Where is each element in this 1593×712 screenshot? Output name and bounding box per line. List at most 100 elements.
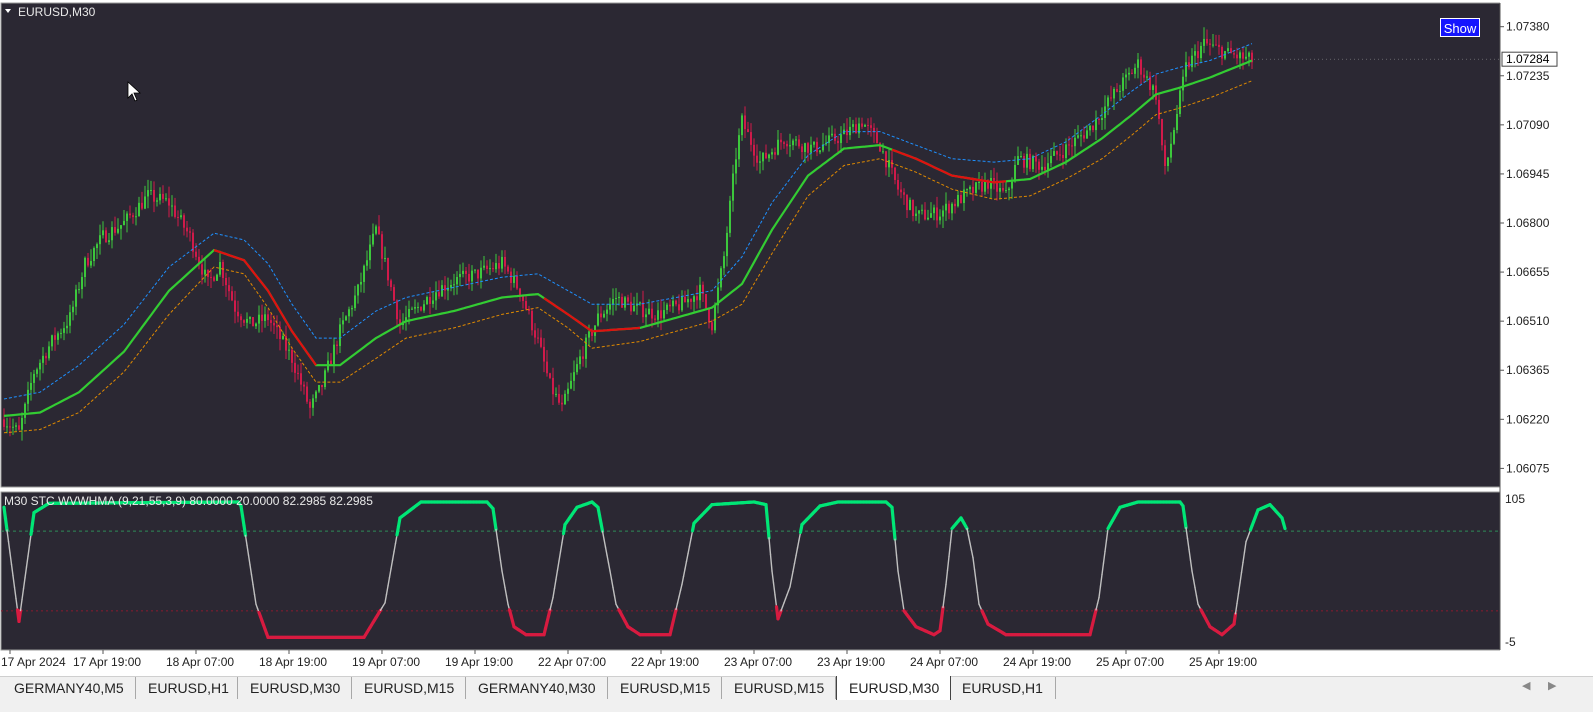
candle-body [1053, 151, 1055, 156]
candle-body [1068, 144, 1070, 146]
candle-body [525, 301, 527, 310]
candle-body [1017, 156, 1019, 165]
candle-body [42, 355, 44, 363]
candle-body [438, 292, 440, 297]
chart-canvas[interactable]: 1.07380 1.07235 1.07090 1.06945 1.06800 1.066… [0, 0, 1593, 676]
candle-body [444, 285, 446, 291]
candle-body [675, 300, 677, 305]
tab-germany40-m5[interactable]: GERMANY40,M5 [2, 677, 136, 699]
candle-body [90, 261, 92, 266]
candle-body [111, 227, 113, 241]
candle-body [921, 209, 923, 211]
candle-body [969, 186, 971, 190]
candle-body [477, 269, 479, 279]
candle-body [747, 129, 749, 133]
candle-body [975, 182, 977, 193]
show-button[interactable]: Show [1440, 18, 1480, 37]
candle-body [534, 330, 536, 338]
time-tick-label: 17 Apr 2024 [1, 655, 66, 669]
tab-eurusd-m30[interactable]: EURUSD,M30 [836, 676, 951, 701]
stc-segment [1281, 521, 1287, 531]
candle-body [663, 310, 665, 319]
candle-body [258, 314, 260, 324]
candle-body [1203, 38, 1205, 46]
candle-body [81, 277, 83, 290]
candle-body [1029, 153, 1031, 170]
candle-body [759, 161, 761, 163]
candle-body [78, 289, 80, 291]
candle-body [144, 196, 146, 209]
candle-body [558, 393, 560, 403]
candle-body [741, 115, 743, 136]
candle-body [57, 333, 59, 340]
time-tick-label: 23 Apr 07:00 [724, 655, 792, 669]
candle-body [816, 141, 818, 153]
candle-body [276, 325, 278, 328]
candle-body [1050, 155, 1052, 164]
candle-body [1122, 77, 1124, 91]
candle-body [441, 285, 443, 297]
tab-eurusd-m30[interactable]: EURUSD,M30 [238, 677, 352, 699]
candle-body [1098, 118, 1100, 121]
candle-body [9, 426, 11, 428]
candle-body [546, 361, 548, 374]
candle-body [132, 215, 134, 218]
candle-body [468, 273, 470, 282]
candle-body [93, 248, 95, 262]
candle-body [417, 306, 419, 308]
window-title: EURUSD,M30 [18, 5, 96, 19]
candle-body [357, 284, 359, 296]
tab-eurusd-m15[interactable]: EURUSD,M15 [352, 677, 466, 699]
candle-body [1212, 44, 1214, 46]
candle-body [1125, 74, 1127, 78]
candle-body [1215, 44, 1217, 46]
candle-body [240, 316, 242, 321]
tab-eurusd-m15[interactable]: EURUSD,M15 [608, 677, 722, 699]
time-tick-label: 24 Apr 19:00 [1003, 655, 1071, 669]
tab-eurusd-m15[interactable]: EURUSD,M15 [722, 677, 836, 699]
candle-body [732, 173, 734, 201]
tab-eurusd-h1[interactable]: EURUSD,H1 [950, 677, 1056, 699]
candle-body [1218, 44, 1220, 47]
candle-body [1119, 90, 1121, 92]
candle-body [612, 298, 614, 305]
candle-body [918, 210, 920, 214]
tab-eurusd-h1[interactable]: EURUSD,H1 [136, 677, 238, 699]
candle-body [1185, 62, 1187, 77]
tab-scroll-right-icon[interactable]: ▶ [1548, 679, 1556, 692]
time-tick-label: 25 Apr 07:00 [1096, 655, 1164, 669]
candle-body [576, 364, 578, 373]
candle-body [105, 230, 107, 243]
candle-body [117, 228, 119, 233]
price-tick-label: 1.06510 [1506, 314, 1550, 328]
candle-body [138, 202, 140, 217]
candle-body [234, 300, 236, 312]
candle-body [126, 213, 128, 221]
candle-body [846, 129, 848, 136]
candle-body [672, 300, 674, 307]
candle-body [231, 291, 233, 301]
tab-germany40-m30[interactable]: GERMANY40,M30 [466, 677, 608, 699]
price-tick-label: 1.07090 [1506, 118, 1550, 132]
candle-body [453, 284, 455, 286]
candle-body [489, 268, 491, 270]
candle-body [774, 152, 776, 155]
candle-body [1128, 72, 1130, 75]
candle-body [264, 314, 266, 321]
candle-body [1044, 166, 1046, 171]
candle-body [213, 277, 215, 281]
candle-body [633, 305, 635, 312]
candle-body [384, 257, 386, 259]
candle-body [267, 314, 269, 321]
candle-body [723, 256, 725, 269]
candle-body [1059, 154, 1061, 156]
candle-body [1221, 46, 1223, 59]
candle-body [153, 189, 155, 202]
candle-body [735, 159, 737, 174]
tab-scroll-left-icon[interactable]: ◀ [1522, 679, 1530, 692]
candle-body [237, 311, 239, 317]
candle-body [495, 263, 497, 270]
time-tick-label: 25 Apr 19:00 [1189, 655, 1257, 669]
stc-segment [17, 608, 23, 624]
candle-body [876, 132, 878, 144]
